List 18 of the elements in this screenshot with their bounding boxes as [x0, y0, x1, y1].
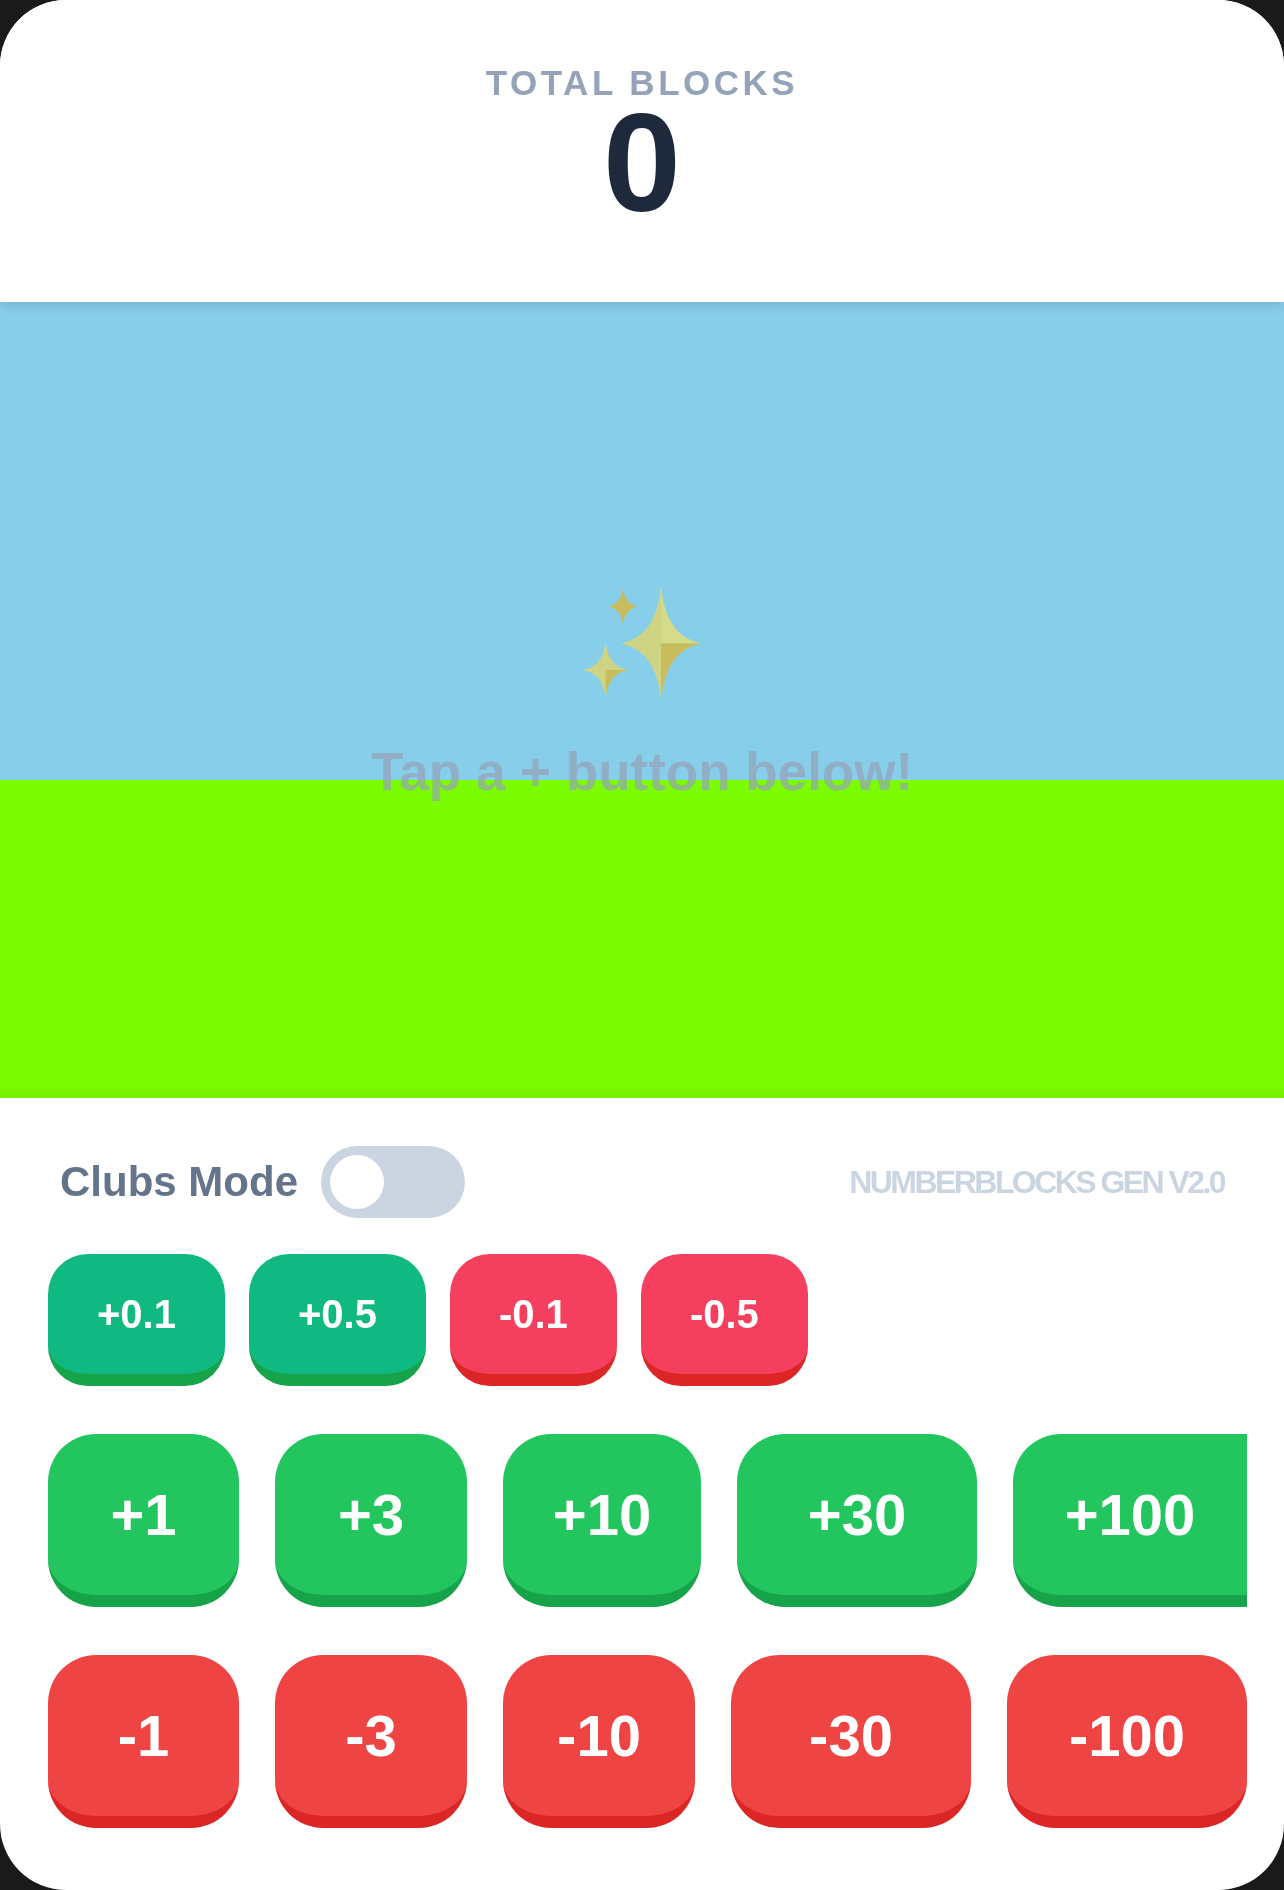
subtract-button[interactable]: -3 [275, 1655, 467, 1828]
add-button[interactable]: +0.5 [248, 1254, 426, 1386]
add-button[interactable]: +30 [737, 1434, 977, 1607]
subtract-button[interactable]: -100 [1007, 1655, 1247, 1828]
add-button[interactable]: +3 [275, 1434, 467, 1607]
score-label: TOTAL BLOCKS [485, 65, 799, 100]
subtract-button[interactable]: -0.5 [640, 1254, 808, 1386]
sparkles-icon [583, 587, 701, 700]
subtract-button[interactable]: -10 [503, 1655, 695, 1828]
add-button[interactable]: +1 [48, 1434, 239, 1607]
subtract-button[interactable]: -1 [48, 1655, 239, 1828]
add-button[interactable]: +0.1 [48, 1254, 225, 1386]
add-button[interactable]: +100 [1013, 1434, 1247, 1607]
score-value: 0 [603, 100, 681, 226]
add-button[interactable]: +10 [503, 1434, 701, 1607]
subtract-button[interactable]: -30 [731, 1655, 971, 1828]
toggle-label: Clubs Mode [60, 1161, 298, 1203]
subtract-button[interactable]: -0.1 [449, 1254, 617, 1386]
